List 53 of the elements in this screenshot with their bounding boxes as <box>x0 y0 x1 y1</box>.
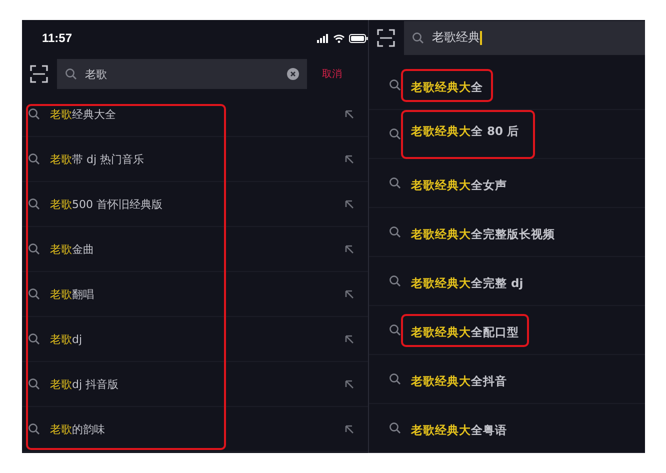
arrow-icon[interactable] <box>344 199 354 209</box>
search-icon <box>389 324 401 336</box>
suggestion-text[interactable]: 老歌经典大全完整版长视频 <box>411 226 555 240</box>
suggestion-text[interactable]: 老歌经典大全抖音 <box>411 374 507 388</box>
search-field[interactable]: 老歌经典 <box>404 20 645 54</box>
signal-icon <box>317 34 329 42</box>
scan-icon[interactable] <box>30 65 48 83</box>
clear-icon[interactable] <box>287 68 299 80</box>
search-icon <box>389 275 401 287</box>
search-icon <box>389 422 401 434</box>
suggestion-text[interactable]: 老歌经典大全完整 dj <box>411 276 524 290</box>
suggestion-text[interactable]: 老歌带 dj 热门音乐 <box>50 152 144 166</box>
search-icon <box>65 68 77 80</box>
search-icon <box>28 198 40 210</box>
wifi-icon <box>333 34 345 42</box>
search-icon <box>412 32 424 44</box>
search-icon <box>28 378 40 390</box>
scan-icon[interactable] <box>377 28 395 46</box>
search-icon <box>28 153 40 165</box>
suggestion-text[interactable]: 老歌翻唱 <box>50 286 94 302</box>
arrow-icon[interactable] <box>344 424 354 434</box>
search-icon <box>28 243 40 255</box>
suggestion-text[interactable]: 老歌经典大全 <box>411 80 483 94</box>
suggestion-text[interactable]: 老歌经典大全 80 后 <box>411 124 520 138</box>
search-icon <box>28 423 40 435</box>
search-icon <box>389 373 401 385</box>
arrow-icon[interactable] <box>344 289 354 299</box>
battery-icon <box>349 34 368 42</box>
search-field[interactable]: 老歌 <box>57 59 307 89</box>
cancel-button[interactable]: 取消 <box>322 67 342 81</box>
suggestion-text[interactable]: 老歌的韵味 <box>50 422 105 436</box>
arrow-icon[interactable] <box>344 244 354 254</box>
search-icon <box>389 226 401 238</box>
arrow-icon[interactable] <box>344 379 354 389</box>
suggestion-text[interactable]: 老歌dj 抖音版 <box>50 376 119 392</box>
search-icon <box>28 108 40 120</box>
arrow-icon[interactable] <box>344 154 354 164</box>
search-icon <box>389 177 401 189</box>
arrow-icon[interactable] <box>344 334 354 344</box>
status-time: 11:57 <box>42 31 72 45</box>
suggestion-text[interactable]: 老歌经典大全女声 <box>411 178 507 192</box>
suggestion-text[interactable]: 老歌dj <box>50 332 82 346</box>
arrow-icon[interactable] <box>344 109 354 119</box>
search-icon <box>28 333 40 345</box>
search-icon <box>389 79 401 91</box>
suggestion-text[interactable]: 老歌经典大全 <box>50 106 116 122</box>
suggestion-text[interactable]: 老歌500 首怀旧经典版 <box>50 196 162 212</box>
suggestion-text[interactable]: 老歌经典大全配口型 <box>411 324 519 338</box>
suggestion-text[interactable]: 老歌金曲 <box>50 242 94 256</box>
suggestion-text[interactable]: 老歌经典大全粤语 <box>411 422 507 436</box>
text-cursor <box>480 30 482 44</box>
search-icon <box>389 128 401 140</box>
search-icon <box>28 288 40 300</box>
